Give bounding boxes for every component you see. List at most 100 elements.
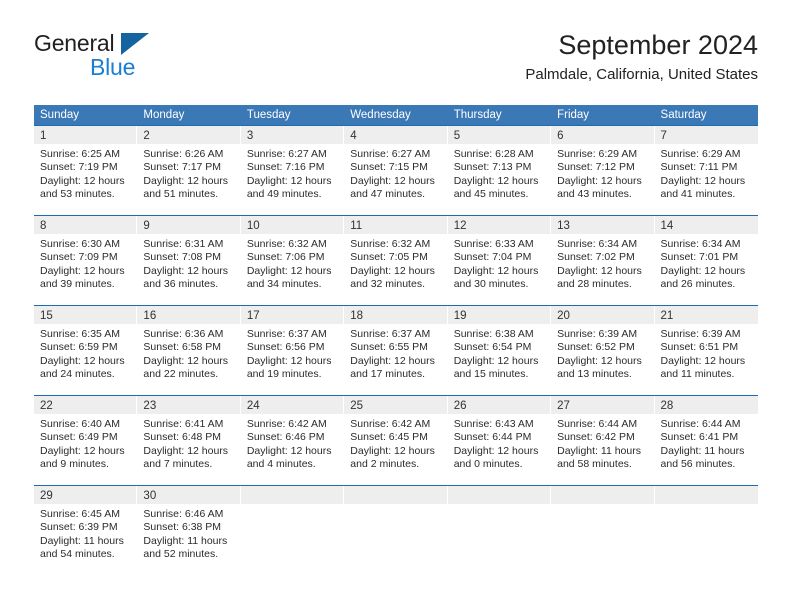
sunrise-text: Sunrise: 6:34 AM xyxy=(557,238,638,250)
logo-text-general: General xyxy=(34,30,115,56)
day-number: 4 xyxy=(350,130,357,142)
daylight-text-line1: Daylight: 12 hours xyxy=(350,264,435,277)
day-cell-empty xyxy=(447,486,551,573)
daylight-text-line2: and 36 minutes. xyxy=(143,278,219,291)
day-number: 23 xyxy=(143,400,157,412)
day-cell-empty xyxy=(654,486,758,573)
sunset-text: Sunset: 6:51 PM xyxy=(660,341,739,354)
day-number: 18 xyxy=(350,310,364,322)
day-cell[interactable]: 5 Sunrise: 6:28 AM Sunset: 7:13 PM Dayli… xyxy=(447,126,551,215)
daylight-text-line2: and 54 minutes. xyxy=(40,548,115,561)
day-number: 19 xyxy=(453,310,467,322)
day-number-band: 24 xyxy=(240,396,344,414)
daylight-text-line1: Daylight: 12 hours xyxy=(143,354,229,367)
day-cell[interactable]: 17 Sunrise: 6:37 AM Sunset: 6:56 PM Dayl… xyxy=(240,306,344,395)
daylight-text-line1: Daylight: 12 hours xyxy=(453,174,539,187)
calendar-week-row: 8 Sunrise: 6:30 AM Sunset: 7:09 PM Dayli… xyxy=(34,215,758,305)
daylight-text-line1: Daylight: 12 hours xyxy=(557,264,642,277)
day-cell[interactable]: 10 Sunrise: 6:32 AM Sunset: 7:06 PM Dayl… xyxy=(240,216,344,305)
sunset-text: Sunset: 7:09 PM xyxy=(40,251,118,264)
day-number: 20 xyxy=(557,310,570,322)
day-cell[interactable]: 13 Sunrise: 6:34 AM Sunset: 7:02 PM Dayl… xyxy=(551,216,654,305)
sunrise-text: Sunrise: 6:40 AM xyxy=(40,418,120,430)
daylight-text-line1: Daylight: 12 hours xyxy=(350,444,435,457)
day-cell[interactable]: 22 Sunrise: 6:40 AM Sunset: 6:49 PM Dayl… xyxy=(34,396,137,485)
day-cell[interactable]: 23 Sunrise: 6:41 AM Sunset: 6:48 PM Dayl… xyxy=(137,396,240,485)
day-cell[interactable]: 24 Sunrise: 6:42 AM Sunset: 6:46 PM Dayl… xyxy=(240,396,344,485)
daylight-text-line1: Daylight: 11 hours xyxy=(660,444,745,457)
daylight-text-line2: and 32 minutes. xyxy=(350,278,425,291)
day-cell[interactable]: 12 Sunrise: 6:33 AM Sunset: 7:04 PM Dayl… xyxy=(447,216,551,305)
day-cell[interactable]: 20 Sunrise: 6:39 AM Sunset: 6:52 PM Dayl… xyxy=(551,306,654,395)
day-cell[interactable]: 30 Sunrise: 6:46 AM Sunset: 6:38 PM Dayl… xyxy=(137,486,240,573)
day-cell[interactable]: 26 Sunrise: 6:43 AM Sunset: 6:44 PM Dayl… xyxy=(447,396,551,485)
sunrise-text: Sunrise: 6:44 AM xyxy=(557,418,638,430)
day-cell[interactable]: 25 Sunrise: 6:42 AM Sunset: 6:45 PM Dayl… xyxy=(344,396,447,485)
day-cell[interactable]: 18 Sunrise: 6:37 AM Sunset: 6:55 PM Dayl… xyxy=(344,306,447,395)
sunset-text: Sunset: 6:48 PM xyxy=(143,431,222,444)
day-number: 10 xyxy=(246,220,260,232)
sunset-text: Sunset: 6:59 PM xyxy=(40,341,118,354)
day-number: 21 xyxy=(660,310,674,322)
day-cell[interactable]: 6 Sunrise: 6:29 AM Sunset: 7:12 PM Dayli… xyxy=(551,126,654,215)
daylight-text-line1: Daylight: 12 hours xyxy=(350,174,435,187)
day-cell[interactable]: 9 Sunrise: 6:31 AM Sunset: 7:08 PM Dayli… xyxy=(137,216,240,305)
daylight-text-line1: Daylight: 12 hours xyxy=(40,264,125,277)
day-details: Sunrise: 6:32 AM Sunset: 7:06 PM Dayligh… xyxy=(241,234,344,292)
daylight-text-line2: and 47 minutes. xyxy=(350,188,425,201)
daylight-text-line2: and 58 minutes. xyxy=(557,458,632,471)
day-details: Sunrise: 6:39 AM Sunset: 6:52 PM Dayligh… xyxy=(551,324,654,382)
sunset-text: Sunset: 6:38 PM xyxy=(143,521,222,534)
day-details: Sunrise: 6:42 AM Sunset: 6:45 PM Dayligh… xyxy=(344,414,447,472)
day-cell[interactable]: 16 Sunrise: 6:36 AM Sunset: 6:58 PM Dayl… xyxy=(137,306,240,395)
day-number-band: 30 xyxy=(137,486,240,504)
day-cell[interactable]: 19 Sunrise: 6:38 AM Sunset: 6:54 PM Dayl… xyxy=(447,306,551,395)
day-number: 17 xyxy=(246,310,260,322)
day-number-band: 20 xyxy=(551,306,654,324)
day-details: Sunrise: 6:34 AM Sunset: 7:02 PM Dayligh… xyxy=(551,234,654,292)
day-cell[interactable]: 15 Sunrise: 6:35 AM Sunset: 6:59 PM Dayl… xyxy=(34,306,137,395)
daylight-text-line1: Daylight: 12 hours xyxy=(246,174,332,187)
sunrise-text: Sunrise: 6:42 AM xyxy=(246,418,327,430)
day-cell[interactable]: 3 Sunrise: 6:27 AM Sunset: 7:16 PM Dayli… xyxy=(240,126,344,215)
day-cell[interactable]: 14 Sunrise: 6:34 AM Sunset: 7:01 PM Dayl… xyxy=(654,216,758,305)
day-details: Sunrise: 6:32 AM Sunset: 7:05 PM Dayligh… xyxy=(344,234,447,292)
sunset-text: Sunset: 7:02 PM xyxy=(557,251,635,264)
day-cell[interactable]: 7 Sunrise: 6:29 AM Sunset: 7:11 PM Dayli… xyxy=(654,126,758,215)
day-cell[interactable]: 29 Sunrise: 6:45 AM Sunset: 6:39 PM Dayl… xyxy=(34,486,137,573)
day-number-band: 6 xyxy=(551,126,654,144)
day-number-band: 10 xyxy=(240,216,344,234)
day-cell[interactable]: 28 Sunrise: 6:44 AM Sunset: 6:41 PM Dayl… xyxy=(654,396,758,485)
day-details: Sunrise: 6:29 AM Sunset: 7:11 PM Dayligh… xyxy=(655,144,758,202)
day-number-band: 13 xyxy=(551,216,654,234)
sunrise-text: Sunrise: 6:37 AM xyxy=(246,328,327,340)
day-cell[interactable]: 21 Sunrise: 6:39 AM Sunset: 6:51 PM Dayl… xyxy=(654,306,758,395)
sunrise-text: Sunrise: 6:30 AM xyxy=(40,238,120,250)
day-details: Sunrise: 6:29 AM Sunset: 7:12 PM Dayligh… xyxy=(551,144,654,202)
day-cell[interactable]: 8 Sunrise: 6:30 AM Sunset: 7:09 PM Dayli… xyxy=(34,216,137,305)
day-number-band: 5 xyxy=(447,126,551,144)
daylight-text-line2: and 51 minutes. xyxy=(143,188,219,201)
day-number xyxy=(344,490,350,502)
day-number-band: 22 xyxy=(34,396,137,414)
daylight-text-line2: and 43 minutes. xyxy=(557,188,632,201)
general-blue-logo[interactable]: General Blue xyxy=(34,30,234,86)
sunrise-text: Sunrise: 6:29 AM xyxy=(660,148,741,160)
day-number-band: 11 xyxy=(344,216,447,234)
day-cell[interactable]: 1 Sunrise: 6:25 AM Sunset: 7:19 PM Dayli… xyxy=(34,126,137,215)
sunset-text: Sunset: 6:56 PM xyxy=(246,341,325,354)
day-cell[interactable]: 2 Sunrise: 6:26 AM Sunset: 7:17 PM Dayli… xyxy=(137,126,240,215)
sunset-text: Sunset: 7:15 PM xyxy=(350,161,428,174)
daylight-text-line2: and 24 minutes. xyxy=(40,368,115,381)
logo-triangle-icon xyxy=(121,33,149,55)
day-cell[interactable]: 27 Sunrise: 6:44 AM Sunset: 6:42 PM Dayl… xyxy=(551,396,654,485)
day-cell[interactable]: 4 Sunrise: 6:27 AM Sunset: 7:15 PM Dayli… xyxy=(344,126,447,215)
day-number: 26 xyxy=(453,400,467,412)
calendar-week-row: 22 Sunrise: 6:40 AM Sunset: 6:49 PM Dayl… xyxy=(34,395,758,485)
day-number-band: 21 xyxy=(654,306,758,324)
day-details: Sunrise: 6:40 AM Sunset: 6:49 PM Dayligh… xyxy=(34,414,137,472)
day-details: Sunrise: 6:44 AM Sunset: 6:41 PM Dayligh… xyxy=(655,414,758,472)
day-number: 24 xyxy=(246,400,260,412)
day-cell[interactable]: 11 Sunrise: 6:32 AM Sunset: 7:05 PM Dayl… xyxy=(344,216,447,305)
sunset-text: Sunset: 7:19 PM xyxy=(40,161,118,174)
